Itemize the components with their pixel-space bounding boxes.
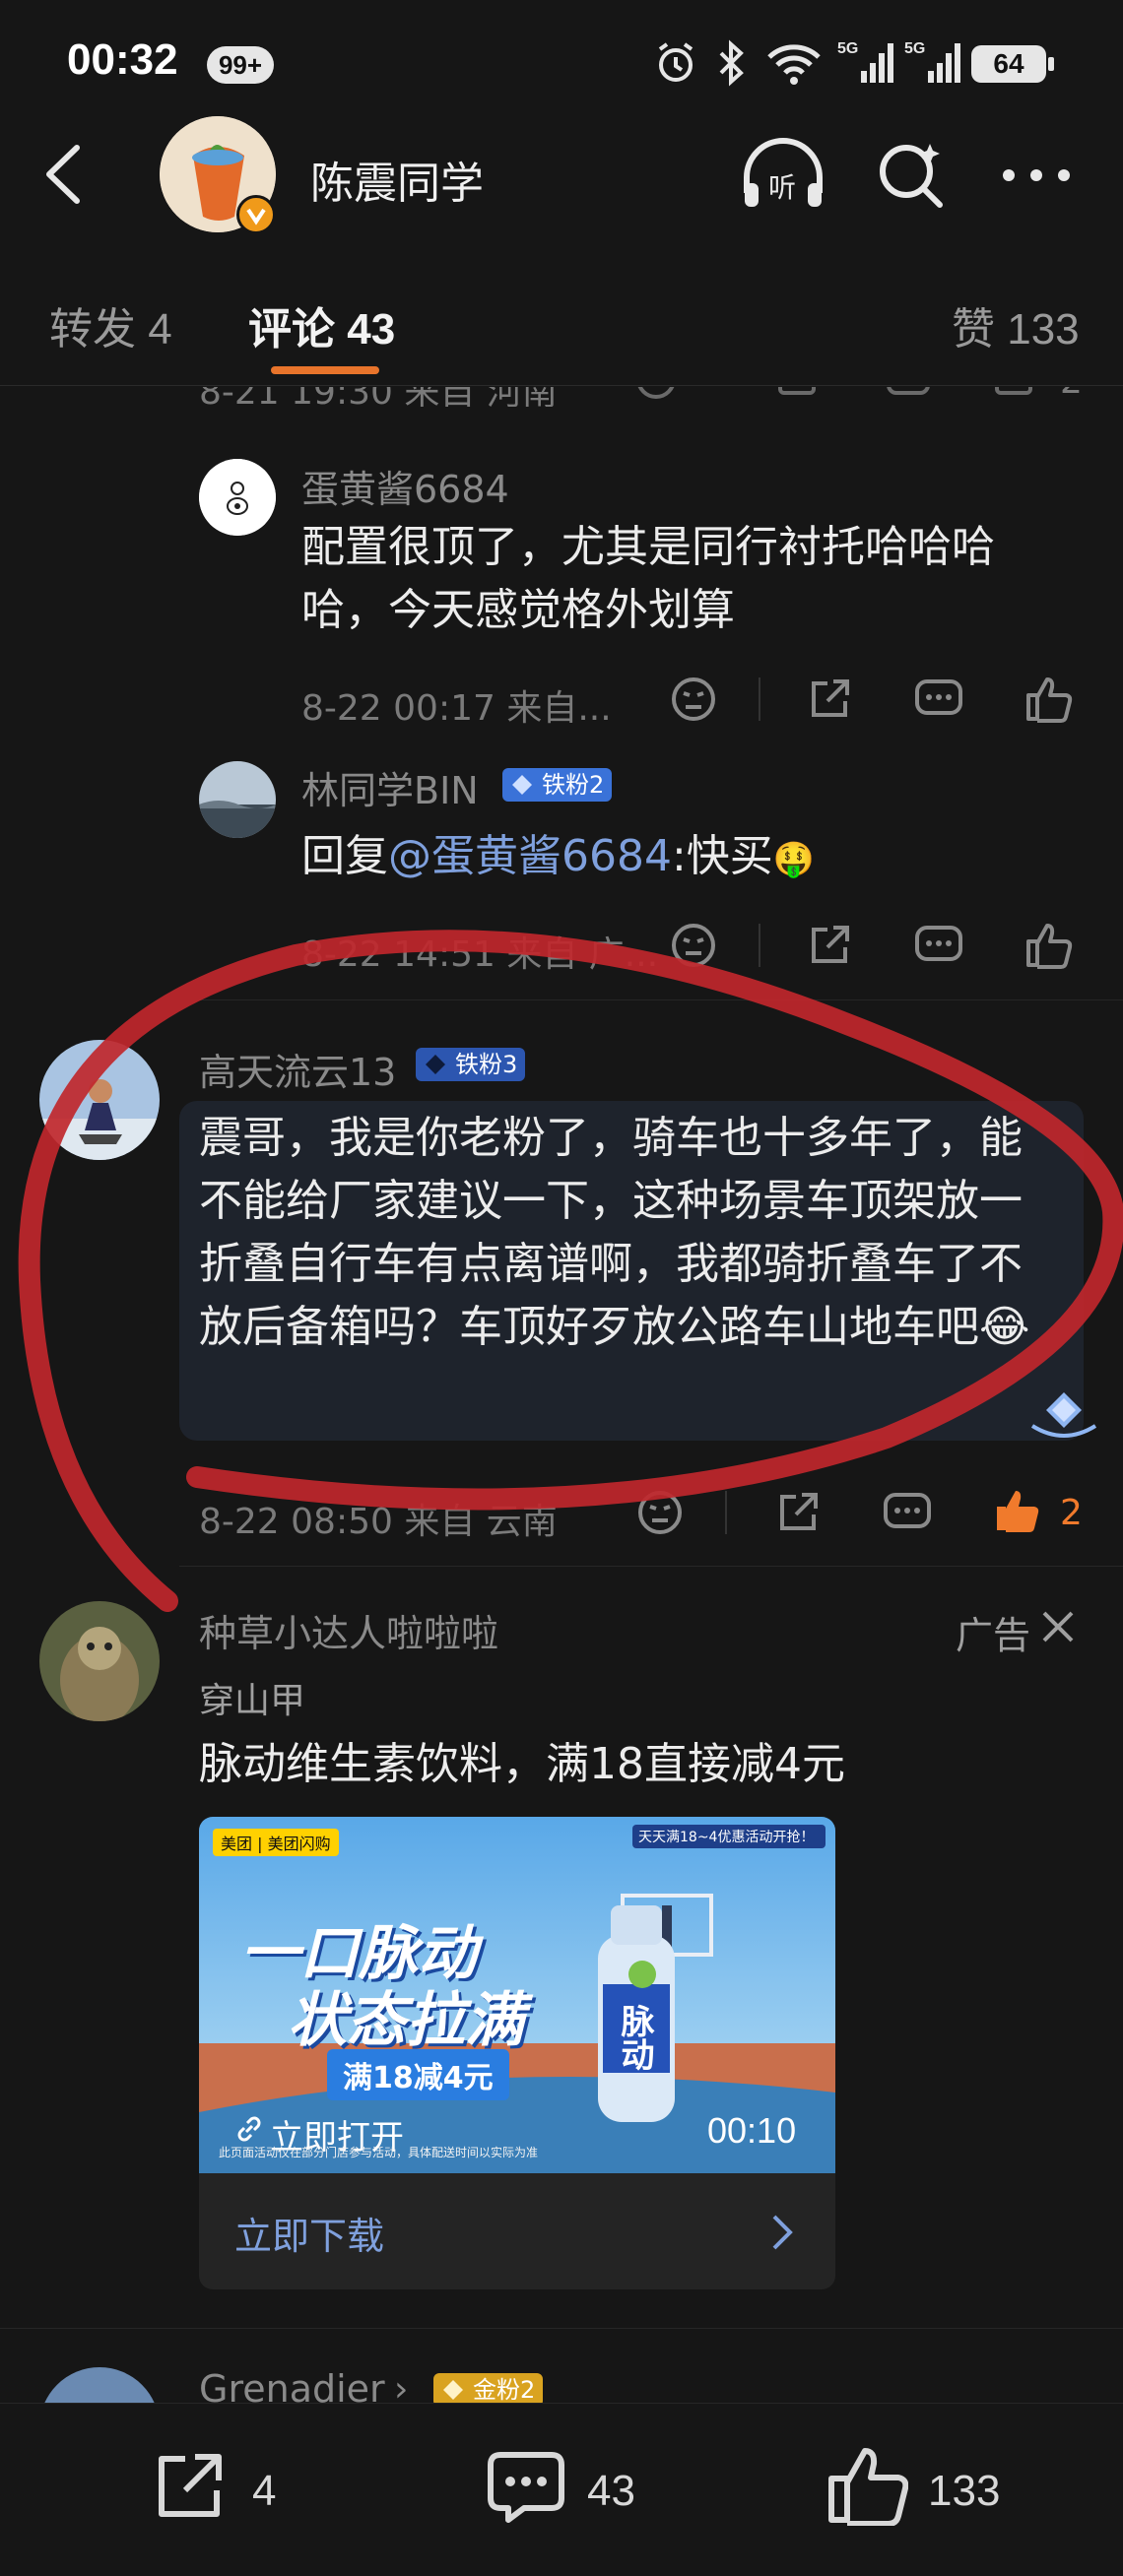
tab-active-indicator [271,366,379,374]
partial-meta: 8-21 19:30 来自 河南 [199,387,558,407]
chevron-right-icon[interactable] [770,2213,794,2252]
next-comment-row: Grenadier › 金粉2 [0,2363,1123,2403]
dislike-icon[interactable] [636,387,676,399]
ad-promo-banner: 天天满18~4优惠活动开抢！ [632,1825,826,1848]
ad-video-duration: 00:10 [707,2110,797,2151]
ad-fine-print: 此页面活动仅在部分门店参与活动，具体配送时间以实际为准 [219,2146,539,2159]
like-icon-active[interactable] [993,1485,1042,1534]
ad-bottle-brand: 脉动 [615,2004,654,2071]
like-count: 2 [1060,1493,1083,1533]
fan-badge: 铁粉2 [502,768,613,802]
tab-likes[interactable]: 赞 133 [952,293,1080,356]
like-icon[interactable] [1024,674,1074,723]
ad-download-button[interactable]: 立即下载 [234,2206,384,2260]
reply-text: 回复@蛋黄酱6684:快买🤑 [301,831,816,881]
status-time: 00:32 [67,35,178,84]
commenter-avatar[interactable] [39,2367,160,2403]
ad-card[interactable]: 美团 | 美团闪购 天天满18~4优惠活动开抢！ 一口脉动 状态拉满 满18减4… [199,1817,835,2289]
reply-icon[interactable] [914,676,963,723]
reply-avatar[interactable] [199,459,276,536]
reply-meta: 8-22 14:51 来自 广... [301,934,659,975]
bottom-action-bar: 4 43 133 [0,2403,1123,2576]
svg-text:5G: 5G [904,40,925,57]
like-icon[interactable] [826,2443,908,2526]
tab-comments[interactable]: 评论 43 [248,293,395,356]
close-icon[interactable] [1040,1609,1076,1644]
ad-label: 广告 [956,1614,1031,1657]
comment-icon[interactable] [485,2447,567,2526]
reply-icon[interactable] [914,922,963,969]
reply-icon[interactable] [883,1489,932,1536]
like-icon[interactable] [995,387,1032,395]
verified-badge-icon [236,195,276,234]
ad-brand-logos: 美团 | 美团闪购 [213,1829,339,1856]
share-icon[interactable] [778,387,816,395]
ad-source: 穿山甲 [199,1681,306,1721]
signal-5g-icon-2: 5G [904,37,963,87]
like-icon[interactable] [1024,920,1074,969]
mention-link[interactable]: @蛋黄酱6684 [388,831,672,881]
partial-like-count: 2 [1060,387,1083,402]
wifi-icon [764,39,824,87]
share-icon[interactable] [806,922,853,969]
battery-indicator: 64 [971,45,1054,83]
search-icon[interactable] [875,138,950,213]
repost-count: 4 [252,2467,277,2515]
ad-image[interactable]: 美团 | 美团闪购 天天满18~4优惠活动开抢！ 一口脉动 状态拉满 满18减4… [199,1817,835,2173]
emoji: 🤑 [772,840,816,879]
comment-text: 震哥，我是你老粉了，骑车也十多年了，能不能给厂家建议一下，这种场景车顶架放一折叠… [199,1113,1030,1352]
dislike-icon[interactable] [670,922,717,969]
divider [179,1566,1123,1567]
repost-icon[interactable] [150,2447,229,2526]
commenter-avatar[interactable] [39,1040,160,1160]
dislike-icon[interactable] [636,1489,684,1536]
divider [0,2328,1123,2329]
ad-username[interactable]: 种草小达人啦啦啦 [199,1603,498,1657]
reply-meta: 8-22 00:17 来自... [301,688,612,729]
link-icon [234,2114,264,2144]
back-arrow-icon[interactable] [39,140,87,209]
bluetooth-icon [711,39,751,87]
svg-text:5G: 5G [837,40,858,57]
ad-headline-2: 状态拉满 [288,1986,524,2055]
reply-icon[interactable] [887,387,930,395]
commenter-username[interactable]: Grenadier [199,2367,385,2403]
fan-badge: 金粉2 [433,2373,544,2403]
ad-promo-tag: 满18减4元 [327,2049,509,2100]
share-icon[interactable] [774,1489,822,1536]
reply-avatar[interactable] [199,761,276,838]
comment-meta: 8-22 08:50 来自 云南 [199,1502,558,1542]
author-name[interactable]: 陈震同学 [310,148,484,211]
partial-comment-row: 8-21 19:30 来自 河南 2 [0,387,1123,407]
like-count: 133 [928,2467,1001,2515]
dislike-icon[interactable] [670,676,717,723]
more-options-icon[interactable] [1001,165,1072,185]
divider [199,999,1123,1000]
svg-text:听: 听 [768,171,796,204]
status-bar: 00:32 99+ 5G 5G 64 [0,0,1123,128]
share-icon[interactable] [806,676,853,723]
fan-badge: 铁粉3 [416,1048,526,1081]
action-separator [759,924,760,967]
signal-5g-icon: 5G [837,37,896,87]
reply-username[interactable]: 蛋黄酱6684 [301,459,509,513]
commenter-username[interactable]: 高天流云13 [199,1042,396,1096]
diamond-decoration-icon [1024,1386,1103,1446]
action-separator [759,677,760,721]
ad-avatar[interactable] [39,1601,160,1721]
action-separator [725,1491,727,1534]
tab-repost[interactable]: 转发 4 [49,293,172,356]
notification-badge: 99+ [207,46,274,84]
listen-icon[interactable]: 听 [739,138,827,213]
comment-count: 43 [587,2467,635,2515]
chevron-right-icon: › [394,2369,409,2403]
reply-text: 配置很顶了，尤其是同行衬托哈哈哈哈，今天感觉格外划算 [301,522,995,635]
reply-username[interactable]: 林同学BIN [301,760,479,814]
alarm-icon [652,39,699,87]
ad-text: 脉动维生素饮料，满18直接减4元 [199,1739,845,1789]
